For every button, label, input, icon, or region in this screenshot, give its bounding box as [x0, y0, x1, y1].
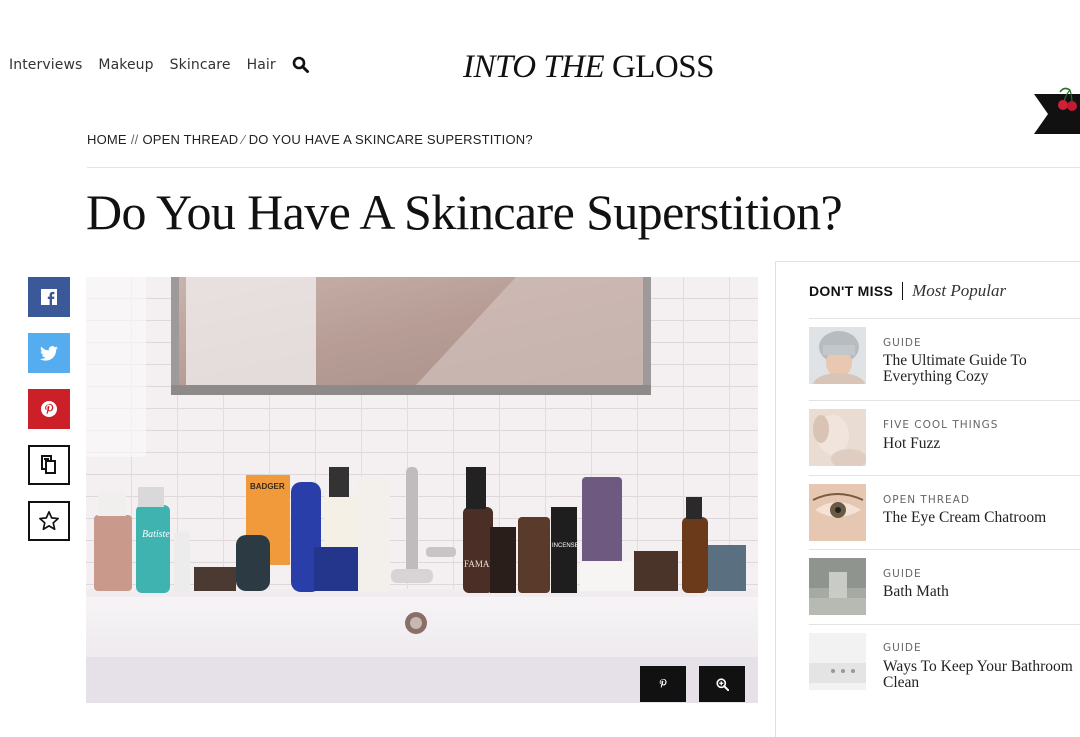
zoom-image-button[interactable] — [699, 666, 745, 702]
divider — [809, 318, 1080, 319]
divider — [775, 262, 776, 737]
breadcrumb-separator: // — [130, 132, 139, 147]
tab-dont-miss[interactable]: DON'T MISS — [809, 283, 893, 299]
divider — [809, 549, 1080, 550]
save-button[interactable] — [28, 501, 70, 541]
article-category: GUIDE — [883, 568, 922, 580]
tab-most-popular[interactable]: Most Popular — [912, 281, 1006, 301]
breadcrumb-current: DO YOU HAVE A SKINCARE SUPERSTITION? — [248, 132, 533, 147]
article-category: FIVE COOL THINGS — [883, 419, 999, 431]
article-thumbnail[interactable] — [809, 558, 866, 615]
article-title[interactable]: The Eye Cream Chatroom — [883, 510, 1080, 526]
article-category: OPEN THREAD — [883, 494, 970, 506]
twitter-share-button[interactable] — [28, 333, 70, 373]
article-category: GUIDE — [883, 337, 922, 349]
pinterest-share-button[interactable] — [28, 389, 70, 429]
bottle-label-badger: BADGER — [250, 482, 285, 491]
article-thumbnail[interactable] — [809, 327, 866, 384]
divider — [809, 400, 1080, 401]
nav-makeup[interactable]: Makeup — [98, 57, 153, 73]
divider — [87, 167, 1080, 168]
copy-icon — [41, 455, 56, 474]
article-category: GUIDE — [883, 642, 922, 654]
breadcrumb-home[interactable]: HOME — [87, 132, 127, 147]
twitter-icon — [40, 345, 58, 361]
breadcrumb-separator: ⁄ — [242, 132, 245, 147]
nav-hair[interactable]: Hair — [247, 57, 276, 73]
hero-image: Batiste BADGER FAMAN INCENSE — [86, 277, 758, 703]
article-title[interactable]: The Ultimate Guide To Everything Cozy — [883, 353, 1080, 385]
breadcrumb-open-thread[interactable]: OPEN THREAD — [142, 132, 238, 147]
page-title: Do You Have A Skincare Superstition? — [86, 184, 843, 240]
logo-into-the: INTO THE — [463, 49, 605, 85]
zoom-icon — [715, 677, 729, 691]
pinterest-icon — [41, 401, 57, 417]
facebook-icon — [41, 289, 57, 305]
sidebar-tabs: DON'T MISS Most Popular — [809, 281, 1006, 301]
pin-image-button[interactable] — [640, 666, 686, 702]
article-thumbnail[interactable] — [809, 409, 866, 466]
article-title[interactable]: Hot Fuzz — [883, 436, 1080, 452]
logo-gloss: GLOSS — [611, 49, 715, 85]
article-title[interactable]: Bath Math — [883, 584, 1080, 600]
article-thumbnail[interactable] — [809, 633, 866, 690]
search-icon[interactable] — [292, 56, 310, 74]
article-title[interactable]: Ways To Keep Your Bathroom Clean — [883, 659, 1080, 691]
pin-icon — [659, 678, 667, 689]
copy-link-button[interactable] — [28, 445, 70, 485]
divider — [809, 475, 1080, 476]
facebook-share-button[interactable] — [28, 277, 70, 317]
bottle-label-incense: INCENSE — [552, 543, 579, 549]
cherry-icon[interactable] — [1034, 86, 1080, 134]
bottle-label-batiste: Batiste — [142, 529, 170, 540]
breadcrumb: HOME//OPEN THREAD ⁄ DO YOU HAVE A SKINCARE… — [87, 132, 533, 147]
site-logo[interactable]: INTO THE GLOSS — [463, 49, 714, 86]
nav-interviews[interactable]: Interviews — [9, 57, 82, 73]
nav-skincare[interactable]: Skincare — [170, 57, 231, 73]
star-icon — [39, 511, 59, 531]
article-thumbnail[interactable] — [809, 484, 866, 541]
main-nav: Interviews Makeup Skincare Hair — [9, 56, 310, 74]
divider — [775, 261, 1080, 262]
divider — [809, 624, 1080, 625]
tab-separator — [902, 282, 904, 300]
